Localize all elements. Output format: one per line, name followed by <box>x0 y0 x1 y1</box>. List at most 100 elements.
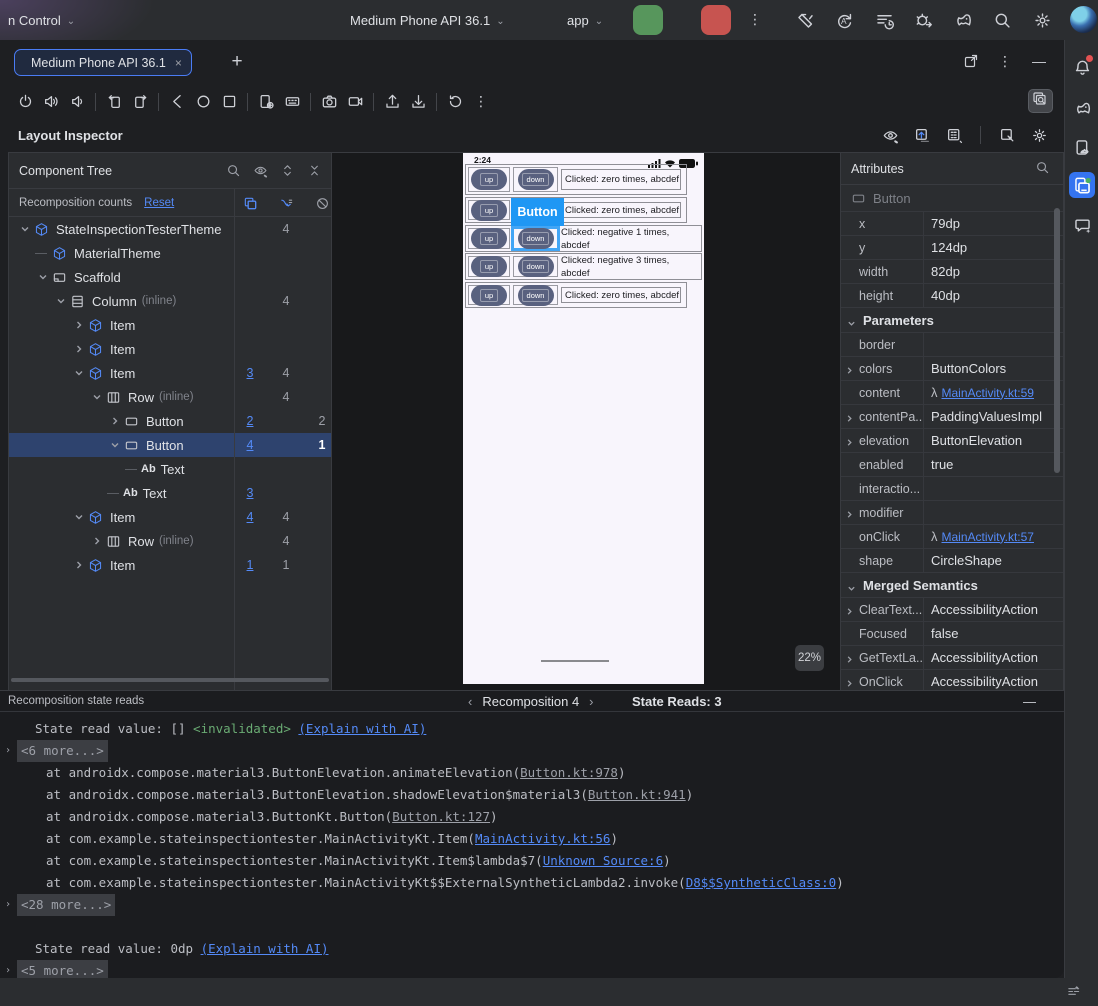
collapse-icon[interactable] <box>305 162 323 180</box>
device-manager-icon[interactable] <box>1069 134 1095 160</box>
explain-with-ai-link[interactable]: (Explain with AI) <box>298 721 426 736</box>
home-icon[interactable] <box>190 89 216 115</box>
device-screen[interactable]: 2:24 up down Clicked: zero times, abcdef up… <box>463 153 704 684</box>
volume-down-icon[interactable] <box>64 89 90 115</box>
chevron-right-icon[interactable] <box>845 677 855 687</box>
chevron-right-icon[interactable] <box>845 436 855 446</box>
recomposition-count[interactable]: 4 <box>235 505 265 529</box>
back-icon[interactable] <box>164 89 190 115</box>
tree-node-item[interactable]: Item 3 4 <box>9 361 331 385</box>
up-button[interactable]: up <box>471 228 507 249</box>
avatar[interactable] <box>1070 6 1097 33</box>
tree-node-row[interactable]: Row (inline) 4 <box>9 529 331 553</box>
kebab-icon[interactable]: ⋮ <box>994 50 1016 72</box>
eye-icon[interactable] <box>879 124 901 146</box>
chevron-right-icon[interactable] <box>71 557 87 573</box>
tab-medium-phone[interactable]: Medium Phone API 36.1 × <box>14 49 192 82</box>
recomposition-count[interactable]: 3 <box>235 361 265 385</box>
explain-with-ai-link[interactable]: (Explain with AI) <box>201 941 329 956</box>
source-location-link[interactable]: MainActivity.kt:56 <box>475 831 610 846</box>
expand-chevron-icon[interactable]: › <box>5 894 11 916</box>
minimize-icon[interactable]: — <box>1028 50 1050 72</box>
attribute-row-contentpa[interactable]: contentPa... PaddingValuesImpl <box>841 404 1063 428</box>
clear-counts-icon[interactable] <box>313 194 331 212</box>
add-tab-button[interactable]: + <box>225 50 249 74</box>
tree-node-item[interactable]: Item <box>9 337 331 361</box>
export-icon[interactable] <box>911 124 933 146</box>
attribute-row-enabled[interactable]: enabled true <box>841 452 1063 476</box>
up-button[interactable]: up <box>471 284 507 306</box>
reset-counts-link[interactable]: Reset <box>144 197 174 209</box>
up-button[interactable]: up <box>471 199 507 221</box>
tree-node-button[interactable]: Button 4 1 <box>9 433 331 457</box>
zoom-level-badge[interactable]: 22% <box>795 645 825 671</box>
search-icon[interactable] <box>224 162 242 180</box>
chevron-right-icon[interactable] <box>845 412 855 422</box>
attribute-row-elevation[interactable]: elevation ButtonElevation <box>841 428 1063 452</box>
prev-recomposition-icon[interactable]: ‹ <box>468 694 472 709</box>
down-button[interactable]: down <box>517 228 554 249</box>
chevron-down-icon[interactable] <box>17 221 33 237</box>
tree-node-item[interactable]: Item <box>9 313 331 337</box>
kebab-icon[interactable]: ⋮ <box>468 89 494 115</box>
horizontal-scrollbar[interactable] <box>11 678 329 682</box>
attribute-row-focused[interactable]: Focused false <box>841 621 1063 645</box>
tree-node-materialtheme[interactable]: MaterialTheme <box>9 241 331 265</box>
down-button[interactable]: down <box>517 256 554 277</box>
tree-node-column[interactable]: Column (inline) 4 <box>9 289 331 313</box>
record-icon[interactable] <box>342 89 368 115</box>
search-icon[interactable] <box>1035 160 1053 178</box>
attribute-row-height[interactable]: height 40dp <box>841 283 1063 307</box>
vcs-widget[interactable]: n Control ⌄ <box>2 13 81 28</box>
chevron-right-icon[interactable] <box>71 317 87 333</box>
open-in-new-window-icon[interactable] <box>960 50 982 72</box>
recomposition-skips-icon[interactable] <box>277 194 295 212</box>
attribute-row-x[interactable]: x 79dp <box>841 211 1063 235</box>
chevron-right-icon[interactable] <box>845 508 855 518</box>
download-icon[interactable] <box>405 89 431 115</box>
snapshot-icon[interactable] <box>253 89 279 115</box>
tree-opts-icon[interactable] <box>943 124 965 146</box>
input-icon[interactable] <box>279 89 305 115</box>
attribute-row-interactio[interactable]: interactio... <box>841 476 1063 500</box>
tree-node-button[interactable]: Button 2 2 <box>9 409 331 433</box>
chevron-down-icon[interactable] <box>53 293 69 309</box>
attribute-row-width[interactable]: width 82dp <box>841 259 1063 283</box>
tree-node-item[interactable]: Item 1 1 <box>9 553 331 577</box>
attribute-row-content[interactable]: content λ MainActivity.kt:59 <box>841 380 1063 404</box>
tree-node-text[interactable]: Ab Text 3 <box>9 481 331 505</box>
attribute-row-shape[interactable]: shape CircleShape <box>841 548 1063 572</box>
attribute-row-border[interactable]: border <box>841 332 1063 356</box>
chevron-down-icon[interactable] <box>71 509 87 525</box>
volume-up-icon[interactable] <box>38 89 64 115</box>
attribute-row-modifier[interactable]: modifier <box>841 500 1063 524</box>
attribute-row-gettextla[interactable]: GetTextLa... AccessibilityAction <box>841 645 1063 669</box>
adjust-settings-icon[interactable] <box>1066 984 1084 1002</box>
attribute-row-onclick[interactable]: OnClick AccessibilityAction <box>841 669 1063 690</box>
recomposition-count[interactable]: 3 <box>235 481 265 505</box>
recomposition-count[interactable]: 2 <box>235 409 265 433</box>
device-selector[interactable]: Medium Phone API 36.1 ⌄ <box>338 13 511 40</box>
minimize-icon[interactable]: — <box>1023 694 1036 709</box>
settings-icon[interactable] <box>1030 8 1054 32</box>
source-location-link[interactable]: Button.kt:127 <box>392 809 490 824</box>
attach-debugger-icon[interactable] <box>912 8 936 32</box>
source-location-link[interactable]: Button.kt:978 <box>520 765 618 780</box>
recomposition-count[interactable]: 4 <box>235 433 265 457</box>
chevron-right-icon[interactable] <box>845 364 855 374</box>
expand-icon[interactable] <box>278 162 296 180</box>
collapsed-frames[interactable]: <28 more...> <box>17 894 116 916</box>
attribute-row-colors[interactable]: colors ButtonColors <box>841 356 1063 380</box>
chevron-right-icon[interactable] <box>107 413 123 429</box>
chevron-right-icon[interactable] <box>71 341 87 357</box>
upload-icon[interactable] <box>379 89 405 115</box>
rotate-right-icon[interactable] <box>127 89 153 115</box>
restore-icon[interactable] <box>442 89 468 115</box>
run-more-kebab[interactable]: ⋮ <box>743 8 767 32</box>
chevron-down-icon[interactable] <box>107 437 123 453</box>
ai-chat-icon[interactable] <box>1069 212 1095 238</box>
tree-node-row[interactable]: Row (inline) 4 <box>9 385 331 409</box>
tree-node-text[interactable]: Ab Text <box>9 457 331 481</box>
run-config-selector[interactable]: app ⌄ <box>555 13 609 36</box>
settings-icon[interactable] <box>1028 124 1050 146</box>
